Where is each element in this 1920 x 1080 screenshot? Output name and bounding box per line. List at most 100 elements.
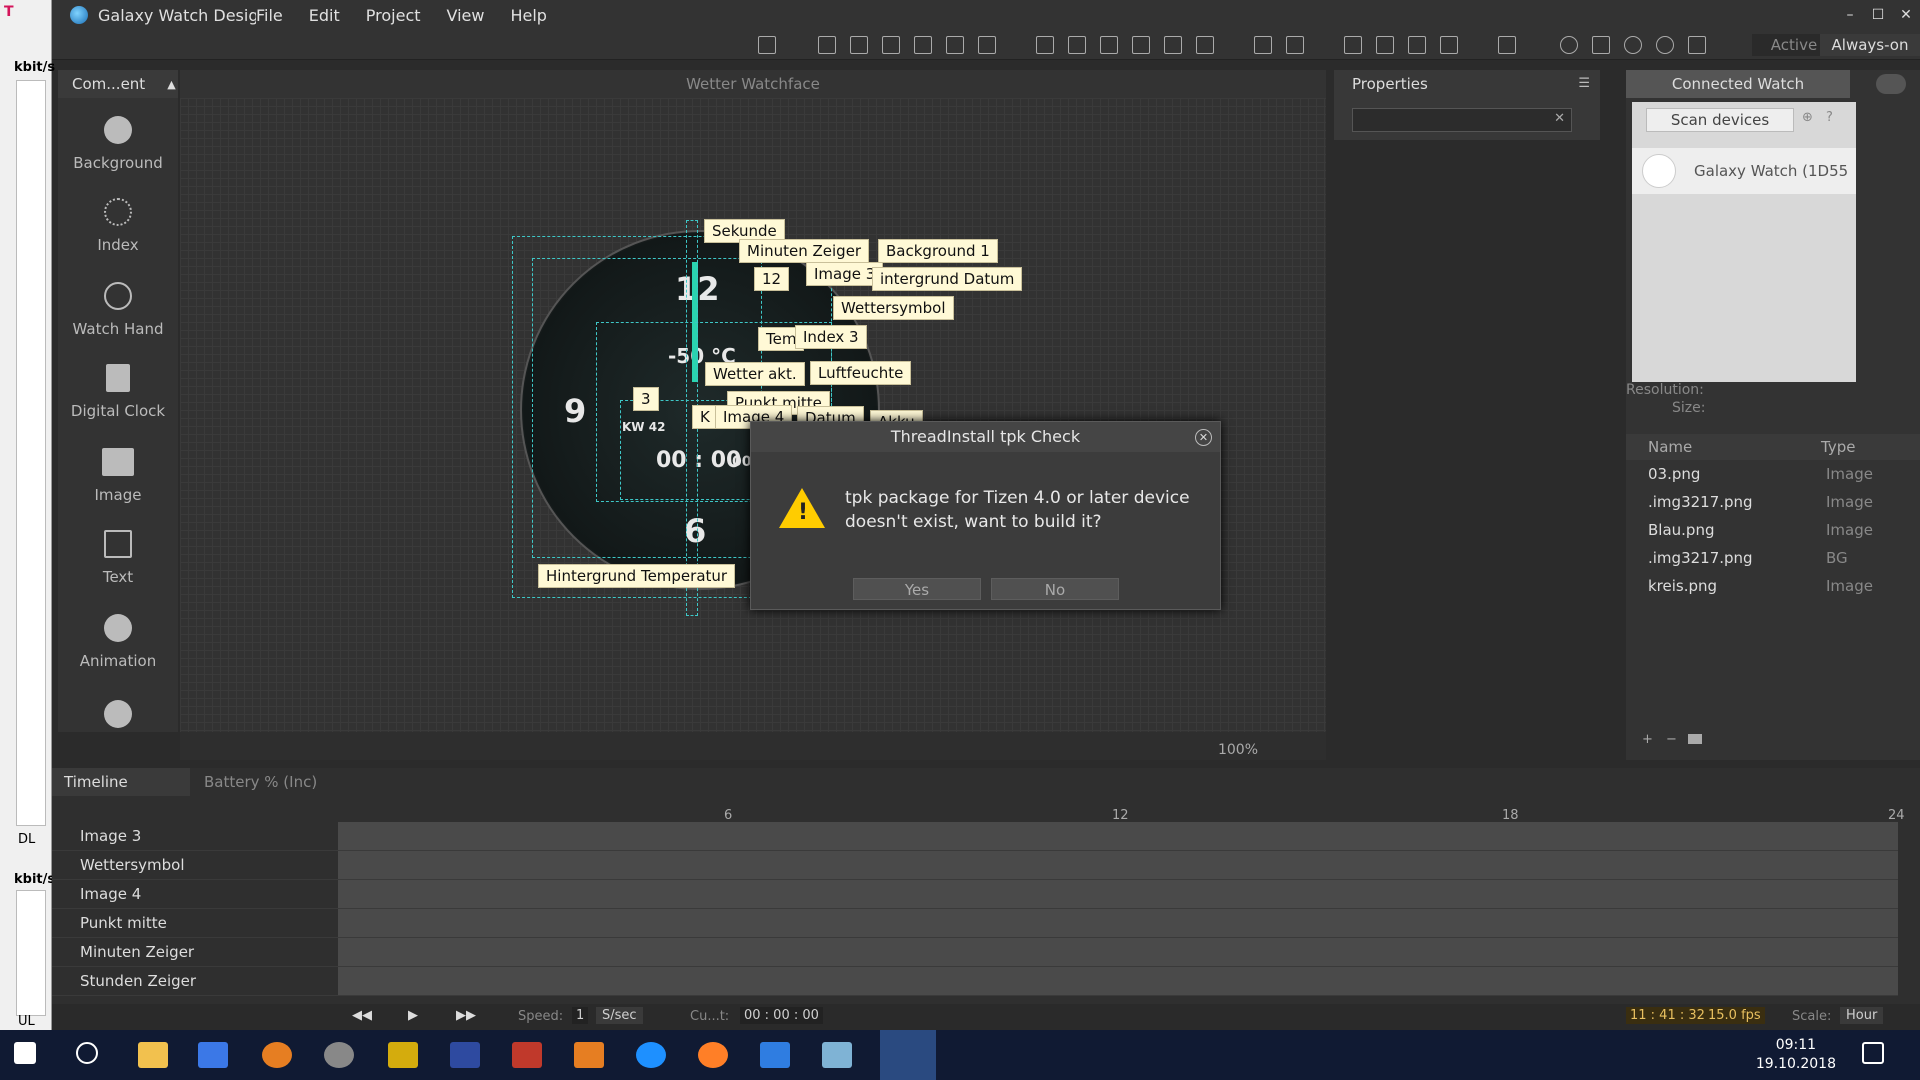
- tag-hintergrund-temperatur[interactable]: Hintergrund Temperatur: [538, 564, 736, 588]
- tag-background-1[interactable]: Background 1: [878, 239, 998, 263]
- layer-row[interactable]: Minuten Zeiger: [52, 938, 338, 967]
- store-icon[interactable]: [198, 1042, 228, 1068]
- ungroup-icon[interactable]: [1376, 36, 1394, 54]
- tag-k[interactable]: K: [692, 405, 718, 429]
- device-item[interactable]: Galaxy Watch (1D55: [1632, 148, 1856, 194]
- component-background[interactable]: Background: [58, 116, 178, 172]
- tab-timeline[interactable]: Timeline: [52, 768, 190, 796]
- start-icon[interactable]: [14, 1042, 36, 1064]
- add-resource-icon[interactable]: +: [1642, 732, 1653, 747]
- align-right-icon[interactable]: [978, 36, 996, 54]
- file-explorer-icon[interactable]: [138, 1042, 168, 1068]
- align-center-icon[interactable]: [946, 36, 964, 54]
- tag-12[interactable]: 12: [754, 267, 790, 291]
- bring-front-icon[interactable]: [1408, 36, 1426, 54]
- forward-icon[interactable]: ▶▶: [456, 1008, 476, 1023]
- rewind-icon[interactable]: ◀◀: [352, 1008, 372, 1023]
- layer-row[interactable]: Image 3: [52, 822, 338, 851]
- component-animation[interactable]: Animation: [58, 614, 178, 670]
- resource-row[interactable]: .img3217.png Image: [1626, 488, 1920, 516]
- help-icon[interactable]: ?: [1826, 110, 1833, 125]
- edge-icon[interactable]: [760, 1042, 790, 1068]
- build-icon[interactable]: [1498, 36, 1516, 54]
- menu-edit[interactable]: Edit: [309, 6, 340, 25]
- distribute-middle-icon[interactable]: [1068, 36, 1086, 54]
- tag-3[interactable]: 3: [633, 387, 659, 411]
- no-button[interactable]: No: [991, 578, 1119, 600]
- clear-icon[interactable]: ✕: [1554, 111, 1565, 126]
- browser-icon[interactable]: [262, 1042, 292, 1068]
- menu-help[interactable]: Help: [510, 6, 546, 25]
- group-icon[interactable]: [1344, 36, 1362, 54]
- tool-icon[interactable]: [388, 1042, 418, 1068]
- component-panel-header[interactable]: Com...ent ▲: [58, 70, 178, 98]
- maximize-button[interactable]: ☐: [1864, 0, 1892, 30]
- run-icon[interactable]: [1592, 36, 1610, 54]
- align-bottom-icon[interactable]: [882, 36, 900, 54]
- tag-wettersymbol[interactable]: Wettersymbol: [833, 296, 954, 320]
- layer-lane[interactable]: [338, 851, 1898, 880]
- component-index[interactable]: Index: [58, 198, 178, 254]
- media-icon[interactable]: [574, 1042, 604, 1068]
- ambient-icon[interactable]: [1560, 36, 1578, 54]
- align-middle-icon[interactable]: [850, 36, 868, 54]
- fit-screen-icon[interactable]: [758, 36, 776, 54]
- mode-always-on-button[interactable]: Always-on: [1820, 34, 1920, 56]
- distribute-center-icon[interactable]: [1164, 36, 1182, 54]
- menu-view[interactable]: View: [447, 6, 485, 25]
- galaxy-watch-designer-taskbar-icon[interactable]: [880, 1030, 936, 1080]
- tag-index-3[interactable]: Index 3: [795, 325, 867, 349]
- remove-resource-icon[interactable]: −: [1666, 732, 1677, 747]
- close-window-button[interactable]: ✕: [1892, 0, 1920, 30]
- align-top-icon[interactable]: [818, 36, 836, 54]
- play-icon[interactable]: ▶: [408, 1008, 418, 1023]
- layer-row[interactable]: Wettersymbol: [52, 851, 338, 880]
- menu-project[interactable]: Project: [366, 6, 421, 25]
- speed-input[interactable]: 1: [572, 1007, 589, 1024]
- same-width-icon[interactable]: [1254, 36, 1272, 54]
- search-taskbar-icon[interactable]: [76, 1042, 98, 1064]
- notes-icon[interactable]: [822, 1042, 852, 1068]
- tab-battery[interactable]: Battery % (Inc): [192, 768, 334, 796]
- distribute-left-icon[interactable]: [1132, 36, 1150, 54]
- chat-icon[interactable]: [636, 1042, 666, 1068]
- resource-row[interactable]: 03.png Image: [1626, 460, 1920, 488]
- resource-row[interactable]: kreis.png Image: [1626, 572, 1920, 600]
- distribute-top-icon[interactable]: [1036, 36, 1054, 54]
- layer-row[interactable]: Stunden Zeiger: [52, 967, 338, 996]
- component-more[interactable]: [58, 700, 178, 738]
- minimize-button[interactable]: –: [1836, 0, 1864, 30]
- component-text[interactable]: Text: [58, 530, 178, 586]
- layer-lane[interactable]: [338, 880, 1898, 909]
- layer-lane[interactable]: [338, 909, 1898, 938]
- resource-row[interactable]: Blau.png Image: [1626, 516, 1920, 544]
- layer-lane[interactable]: [338, 938, 1898, 967]
- tag-minuten-zeiger[interactable]: Minuten Zeiger: [739, 239, 870, 263]
- send-back-icon[interactable]: [1440, 36, 1458, 54]
- component-digital-clock[interactable]: Digital Clock: [58, 364, 178, 420]
- scan-devices-button[interactable]: Scan devices: [1646, 108, 1794, 132]
- zoom-level[interactable]: 100%: [1218, 742, 1258, 758]
- tag-wetter-akt[interactable]: Wetter akt.: [705, 362, 805, 386]
- component-image[interactable]: Image: [58, 448, 178, 504]
- menu-icon[interactable]: ☰: [1578, 76, 1590, 91]
- properties-search-input[interactable]: ✕: [1352, 108, 1572, 132]
- settings-icon[interactable]: [1656, 36, 1674, 54]
- firefox-icon[interactable]: [698, 1042, 728, 1068]
- distribute-bottom-icon[interactable]: [1100, 36, 1118, 54]
- tag-hintergrund-datum[interactable]: intergrund Datum: [872, 267, 1023, 291]
- scale-select[interactable]: Hour: [1840, 1007, 1884, 1024]
- library-icon[interactable]: [512, 1042, 542, 1068]
- distribute-right-icon[interactable]: [1196, 36, 1214, 54]
- speed-unit-select[interactable]: S/sec: [596, 1007, 643, 1024]
- taskbar-clock[interactable]: 09:11 19.10.2018: [1756, 1036, 1836, 1074]
- search-icon[interactable]: [1876, 74, 1906, 94]
- layer-row[interactable]: Punkt mitte: [52, 909, 338, 938]
- record-icon[interactable]: [1624, 36, 1642, 54]
- column-name[interactable]: Name: [1648, 434, 1692, 460]
- tag-luftfeuchte[interactable]: Luftfeuchte: [810, 361, 912, 385]
- resource-row[interactable]: .img3217.png BG: [1626, 544, 1920, 572]
- column-type[interactable]: Type: [1821, 434, 1855, 460]
- yes-button[interactable]: Yes: [853, 578, 981, 600]
- folder-icon[interactable]: [1688, 734, 1702, 744]
